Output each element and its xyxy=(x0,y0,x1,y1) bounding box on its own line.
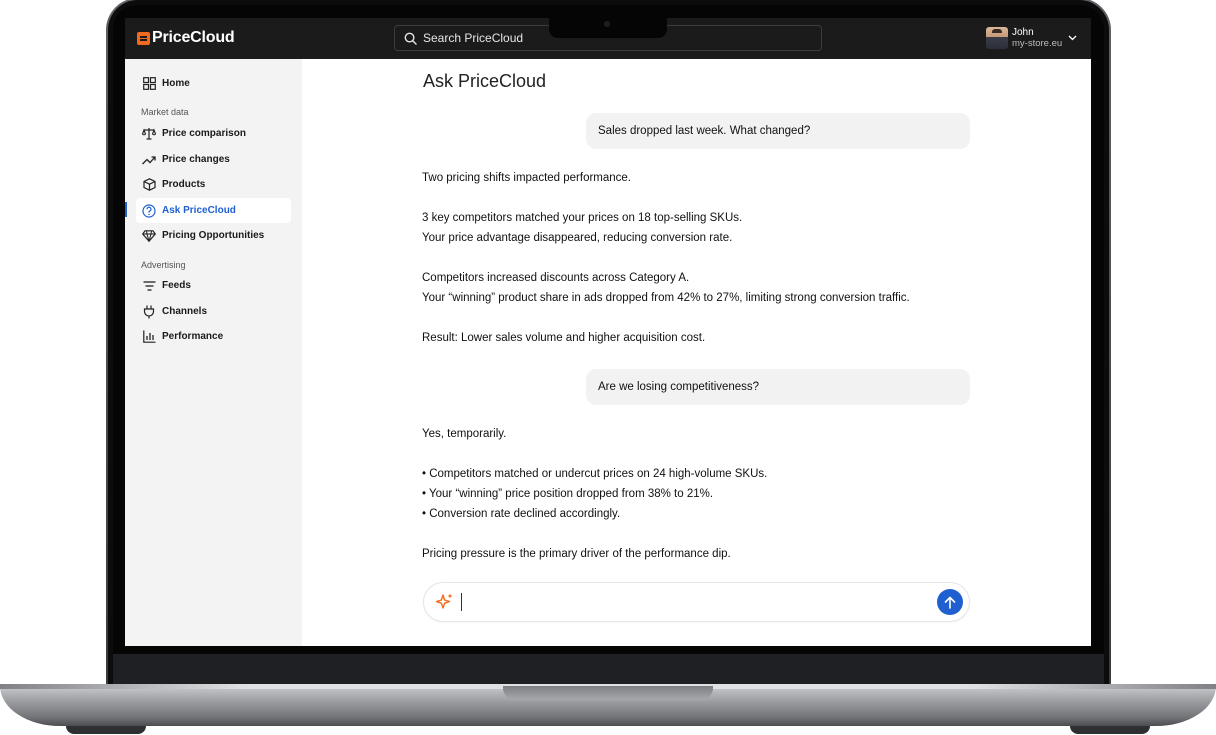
user-name: John xyxy=(1012,26,1034,38)
sidebar-item-performance[interactable]: Performance xyxy=(136,324,291,349)
scale-icon xyxy=(142,127,156,141)
sidebar-item-label: Feeds xyxy=(162,280,191,291)
chat-input[interactable] xyxy=(464,593,928,613)
message-line: • Competitors matched or undercut prices… xyxy=(422,468,768,480)
plug-icon xyxy=(142,305,156,319)
sidebar-item-label: Ask PriceCloud xyxy=(162,205,236,216)
logo-text: PriceCloud xyxy=(152,29,235,46)
camera-notch xyxy=(549,17,667,38)
search-icon xyxy=(404,32,417,45)
box-icon xyxy=(142,178,156,192)
message-line: Two pricing shifts impacted performance. xyxy=(422,172,632,184)
chevron-down-icon[interactable] xyxy=(1068,35,1077,41)
sparkle-icon xyxy=(435,593,453,609)
trend-up-icon xyxy=(142,153,156,167)
chat-main: Ask PriceCloud Sales dropped last week. … xyxy=(302,59,1091,646)
avatar xyxy=(986,27,1008,49)
section-label-advertising: Advertising xyxy=(141,260,186,270)
sidebar-item-label: Performance xyxy=(162,331,224,342)
sidebar-item-feeds[interactable]: Feeds xyxy=(136,273,291,298)
laptop-foot-right xyxy=(1070,726,1150,734)
filter-icon xyxy=(142,279,156,293)
assistant-message: Two pricing shifts impacted performance.… xyxy=(422,168,910,348)
camera-icon xyxy=(604,21,610,27)
sidebar-item-pricing-opportunities[interactable]: Pricing Opportunities xyxy=(136,223,291,248)
laptop-thumb-notch xyxy=(503,686,713,700)
assistant-message: Yes, temporarily. • Competitors matched … xyxy=(422,424,767,564)
sidebar-item-label: Pricing Opportunities xyxy=(162,230,265,241)
user-message: Sales dropped last week. What changed? xyxy=(586,113,970,149)
app-screen: PriceCloud John my-store.eu Home Market … xyxy=(125,18,1091,646)
message-line: 3 key competitors matched your prices on… xyxy=(422,212,743,224)
screen-chin xyxy=(113,654,1104,684)
laptop-foot-left xyxy=(66,726,146,734)
arrow-up-icon xyxy=(944,596,956,609)
sidebar-item-channels[interactable]: Channels xyxy=(136,299,291,324)
message-line: Result: Lower sales volume and higher ac… xyxy=(422,332,706,344)
message-line: Your price advantage disappeared, reduci… xyxy=(422,232,733,244)
user-message: Are we losing competitiveness? xyxy=(586,369,970,405)
active-indicator xyxy=(125,202,127,217)
sidebar-item-price-changes[interactable]: Price changes xyxy=(136,147,291,172)
message-line: Competitors increased discounts across C… xyxy=(422,272,690,284)
sidebar-item-ask-pricecloud[interactable]: Ask PriceCloud xyxy=(136,198,291,223)
sidebar-item-products[interactable]: Products xyxy=(136,172,291,197)
user-menu[interactable]: John my-store.eu xyxy=(986,27,1077,49)
message-line: • Conversion rate declined accordingly. xyxy=(422,508,621,520)
page-title: Ask PriceCloud xyxy=(423,71,547,91)
bar-chart-icon xyxy=(142,330,156,344)
logo[interactable]: PriceCloud xyxy=(137,29,235,47)
sidebar-item-label: Home xyxy=(162,78,190,89)
pricecloud-logo-icon xyxy=(137,31,150,45)
diamond-icon xyxy=(142,229,156,243)
sidebar-item-label: Price changes xyxy=(162,154,230,165)
chat-composer[interactable] xyxy=(423,582,970,622)
sidebar-item-label: Products xyxy=(162,179,206,190)
message-line: • Your “winning” price position dropped … xyxy=(422,488,714,500)
section-label-market: Market data xyxy=(141,107,189,117)
question-circle-icon xyxy=(142,203,156,218)
text-caret xyxy=(461,593,462,611)
user-info: John my-store.eu xyxy=(1012,26,1063,49)
message-line: Pricing pressure is the primary driver o… xyxy=(422,548,731,560)
sidebar-item-home[interactable]: Home xyxy=(136,71,291,96)
sidebar-item-label: Price comparison xyxy=(162,128,246,139)
sidebar: Home Market data Price comparison Price … xyxy=(125,59,302,646)
grid-icon xyxy=(142,77,156,91)
send-button[interactable] xyxy=(937,589,963,615)
message-line: Your “winning” product share in ads drop… xyxy=(422,292,910,304)
user-store: my-store.eu xyxy=(1012,37,1063,49)
sidebar-item-price-comparison[interactable]: Price comparison xyxy=(136,121,291,146)
sidebar-item-label: Channels xyxy=(162,306,208,317)
message-line: Yes, temporarily. xyxy=(422,428,507,440)
